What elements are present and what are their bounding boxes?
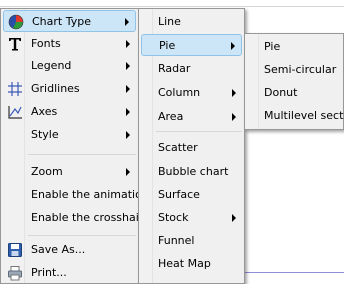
menu-item-label: Style xyxy=(31,128,59,141)
window-edge-line xyxy=(0,6,344,7)
menu-item-label: Enable the crosshairs xyxy=(31,211,150,224)
submenu-chart-type: Line Pie Radar Column Area Scatter Bubbl… xyxy=(138,8,245,284)
menu-item-surface[interactable]: Surface xyxy=(141,184,242,206)
menu-item-chart-type[interactable]: Chart Type xyxy=(3,10,136,32)
menu-item-enable-crosshairs[interactable]: Enable the crosshairs xyxy=(3,207,149,229)
menu-item-heat-map[interactable]: Heat Map xyxy=(141,253,242,275)
menu-item-label: Heat Map xyxy=(158,257,211,270)
submenu-arrow-icon xyxy=(126,62,130,70)
menu-item-stock[interactable]: Stock xyxy=(141,207,242,229)
menu-separator xyxy=(28,154,136,155)
menu-item-label: Save As... xyxy=(31,243,86,256)
submenu-arrow-icon xyxy=(232,113,236,121)
menu-item-axes[interactable]: Axes xyxy=(3,101,136,123)
menu-item-style[interactable]: Style xyxy=(3,124,136,146)
submenu-arrow-icon xyxy=(126,131,130,139)
menu-item-legend[interactable]: Legend xyxy=(3,55,136,77)
menu-item-label: Pie xyxy=(159,39,176,52)
menu-item-funnel[interactable]: Funnel xyxy=(141,230,242,252)
submenu-pie: Pie Semi-circular Donut Multilevel secto… xyxy=(244,33,344,130)
menu-item-label: Multilevel sector xyxy=(264,109,344,122)
menu-item-label: Scatter xyxy=(158,141,198,154)
menu-item-multilevel-sector[interactable]: Multilevel sector xyxy=(247,105,344,127)
submenu-arrow-icon xyxy=(232,89,236,97)
menu-item-label: Chart Type xyxy=(32,15,91,28)
menu-item-label: Surface xyxy=(158,188,200,201)
menu-item-label: Semi-circular xyxy=(264,63,337,76)
submenu-arrow-icon xyxy=(231,42,235,50)
save-disk-icon xyxy=(6,241,24,259)
menu-item-label: Radar xyxy=(158,62,191,75)
menu-item-label: Legend xyxy=(31,59,72,72)
menu-item-print[interactable]: Print... xyxy=(3,262,136,284)
menu-item-label: Line xyxy=(158,15,181,28)
menu-item-fonts[interactable]: Fonts xyxy=(3,33,136,55)
chart-type-icon xyxy=(7,13,25,31)
menu-item-label: Fonts xyxy=(31,37,61,50)
submenu-arrow-icon xyxy=(126,168,130,176)
submenu-arrow-icon xyxy=(126,108,130,116)
menu-separator xyxy=(28,235,136,236)
menu-item-enable-animations[interactable]: Enable the animations xyxy=(3,184,155,206)
menu-item-radar[interactable]: Radar xyxy=(141,58,242,80)
chart-area-edge-bottom xyxy=(240,272,344,273)
menu-item-bubble-chart[interactable]: Bubble chart xyxy=(141,161,242,183)
menu-item-zoom[interactable]: Zoom xyxy=(3,161,136,183)
menu-item-label: Print... xyxy=(31,266,67,279)
context-menu-main: Chart Type Fonts Legend Gridlines Axes S… xyxy=(0,8,155,284)
menu-item-label: Gridlines xyxy=(31,82,80,95)
submenu-arrow-icon xyxy=(126,40,130,48)
menu-item-label: Bubble chart xyxy=(158,165,229,178)
menu-item-label: Stock xyxy=(158,211,189,224)
menu-item-area[interactable]: Area xyxy=(141,106,242,128)
menu-item-label: Zoom xyxy=(31,165,63,178)
menu-separator xyxy=(156,131,242,132)
menu-item-scatter[interactable]: Scatter xyxy=(141,137,242,159)
menu-item-label: Column xyxy=(158,86,201,99)
menu-item-label: Area xyxy=(158,110,184,123)
menu-item-label: Donut xyxy=(264,86,298,99)
axes-icon xyxy=(6,103,24,121)
submenu-arrow-icon xyxy=(232,214,236,222)
menu-item-line[interactable]: Line xyxy=(141,11,242,33)
printer-icon xyxy=(6,264,24,282)
font-t-icon xyxy=(6,35,24,53)
menu-item-label: Pie xyxy=(264,40,281,53)
menu-item-donut[interactable]: Donut xyxy=(247,82,341,104)
menu-item-pie-basic[interactable]: Pie xyxy=(247,36,341,58)
submenu-arrow-icon xyxy=(126,85,130,93)
menu-item-label: Axes xyxy=(31,105,58,118)
menu-item-label: Funnel xyxy=(158,234,195,247)
submenu-arrow-icon xyxy=(125,18,129,26)
menu-item-label: Enable the animations xyxy=(31,188,155,201)
gridlines-icon xyxy=(6,80,24,98)
menu-item-semi-circular[interactable]: Semi-circular xyxy=(247,59,341,81)
menu-item-pie[interactable]: Pie xyxy=(141,34,242,56)
menu-item-column[interactable]: Column xyxy=(141,82,242,104)
menu-item-save-as[interactable]: Save As... xyxy=(3,239,136,261)
menu-item-gridlines[interactable]: Gridlines xyxy=(3,78,136,100)
